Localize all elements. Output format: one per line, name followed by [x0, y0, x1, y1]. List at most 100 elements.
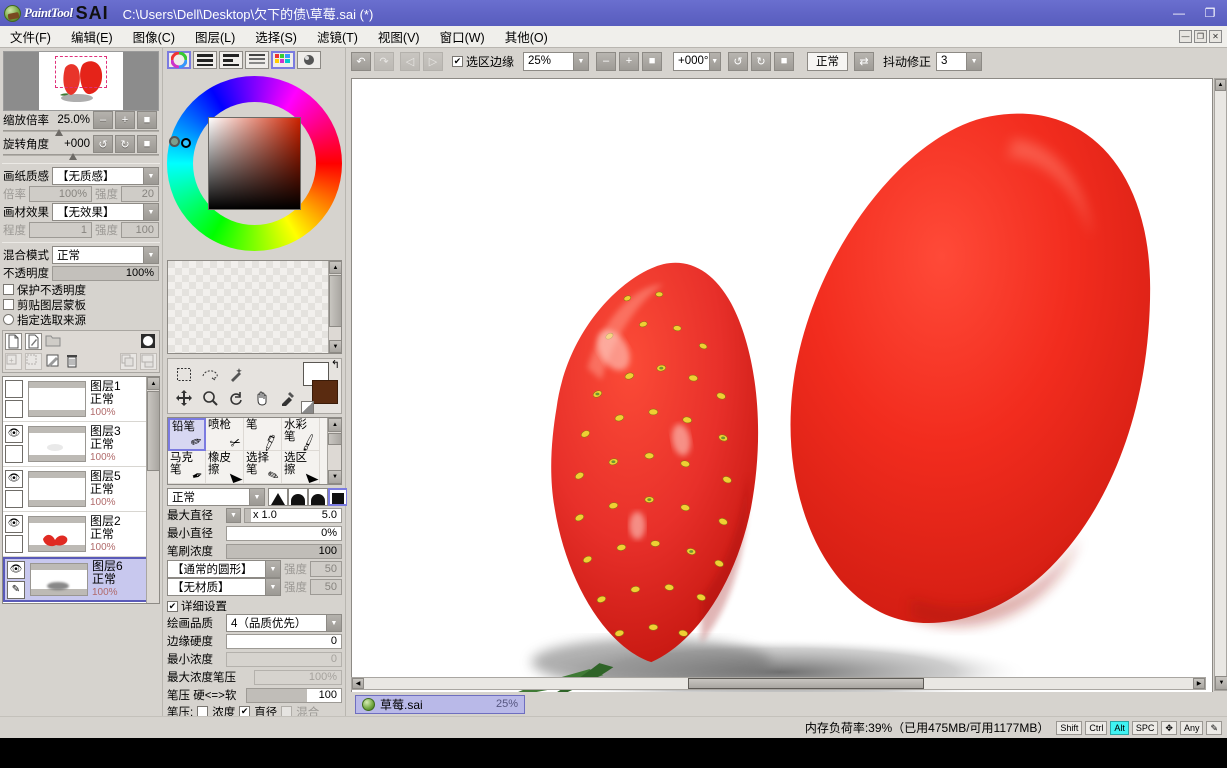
detail-settings-row[interactable]: ✔ 详细设置 [164, 598, 345, 614]
table-row[interactable]: 👁 图层2 正常 100% [3, 512, 159, 557]
new-layer-icon[interactable] [5, 333, 22, 350]
layer-select-toggle[interactable] [5, 445, 23, 463]
max-density-pressure-slider[interactable]: 100% [254, 669, 342, 685]
canvas-rotate-reset-button[interactable]: ■ [774, 51, 795, 71]
brush-marker[interactable]: 马克笔 ✒ [168, 451, 206, 484]
brush-pen[interactable]: 笔 🖊 [244, 418, 282, 452]
layer-visibility-toggle[interactable]: 👁 [7, 560, 25, 579]
zoom-icon[interactable] [197, 386, 223, 410]
brush-pencil[interactable]: 铅笔 ✏ [168, 418, 206, 451]
layer-select-toggle[interactable] [5, 535, 23, 553]
scroll-down-arrow-icon[interactable]: ▼ [329, 340, 341, 353]
protect-alpha-checkbox[interactable] [3, 284, 14, 295]
doc-minimize-button[interactable]: — [1179, 30, 1192, 43]
merge-visible-icon[interactable] [25, 353, 42, 370]
table-row[interactable]: 👁 图层3 正常 100% [3, 422, 159, 467]
brush-select-pen[interactable]: 选择笔 ✎ [244, 451, 282, 484]
navigator-preview[interactable] [3, 51, 159, 111]
eyedropper-icon[interactable] [275, 386, 301, 410]
zoom-slider[interactable] [3, 129, 159, 136]
next-canvas-button[interactable]: ▷ [423, 51, 443, 71]
canvas-zoom-select[interactable]: 25% ▼ [523, 51, 590, 71]
max-diameter-dropdown-icon[interactable]: ▼ [226, 507, 241, 523]
swap-colors-icon[interactable]: ↰ [331, 358, 340, 371]
swatch-scrollbar[interactable]: ▲ ▼ [328, 261, 341, 353]
tip-shape-sharp[interactable] [268, 488, 288, 506]
layer-select-toggle[interactable] [5, 400, 23, 418]
scroll-up-arrow-icon[interactable]: ▲ [329, 261, 341, 274]
zoom-out-button[interactable]: – [93, 111, 113, 129]
chevron-down-icon[interactable]: ▼ [143, 247, 158, 263]
layer-select-toggle[interactable] [5, 490, 23, 508]
transfer-layer-icon[interactable] [140, 353, 157, 370]
clipping-mask-row[interactable]: 剪贴图层蒙板 [0, 297, 162, 312]
new-linework-layer-icon[interactable] [25, 333, 42, 350]
redo-button[interactable]: ↷ [374, 51, 394, 71]
hsv-slider-tab[interactable] [219, 51, 243, 69]
rotate-icon[interactable] [223, 386, 249, 410]
doc-close-button[interactable]: ✕ [1209, 30, 1222, 43]
layers-scrollbar[interactable]: ▲ [146, 377, 159, 603]
chevron-down-icon[interactable]: ▼ [265, 561, 280, 577]
layers-list[interactable]: 图层1 正常 100% 👁 图层3 正常 100% 👁 图层5 正常 100% … [2, 376, 160, 604]
layer-visibility-toggle[interactable]: 👁 [5, 470, 23, 488]
detail-settings-checkbox[interactable]: ✔ [167, 600, 178, 612]
zoom-reset-button[interactable]: ■ [137, 111, 157, 129]
rotate-reset-button[interactable]: ■ [137, 135, 157, 153]
menu-layer[interactable]: 图层(L) [185, 25, 245, 48]
max-diameter-slider[interactable]: x 1.0 5.0 [244, 507, 342, 523]
brush-eraser[interactable]: 橡皮擦 ◣ [206, 451, 244, 484]
rgb-slider-tab[interactable] [193, 51, 217, 69]
canvas-vertical-scrollbar[interactable]: ▲ ▼ [1214, 78, 1227, 691]
brush-shape-select[interactable]: 【通常的圆形】 ▼ [167, 560, 281, 578]
move-icon[interactable] [171, 386, 197, 410]
scroll-right-arrow-icon[interactable]: ▶ [1193, 678, 1205, 689]
stabilizer-select[interactable]: 3 ▼ [936, 51, 983, 71]
menu-other[interactable]: 其他(O) [495, 25, 558, 48]
table-row[interactable]: 图层1 正常 100% [3, 377, 159, 422]
scroll-left-arrow-icon[interactable]: ◀ [352, 678, 364, 689]
rotate-ccw-button[interactable]: ↺ [93, 135, 113, 153]
canvas-viewport[interactable] [351, 78, 1213, 713]
menu-image[interactable]: 图像(C) [123, 25, 185, 48]
brush-scrollbar[interactable]: ▲ ▼ [327, 418, 342, 484]
flip-canvas-button[interactable]: ⇄ [854, 51, 875, 71]
protect-alpha-row[interactable]: 保护不透明度 [0, 282, 162, 297]
layer-mask-icon[interactable] [140, 333, 157, 350]
magic-wand-icon[interactable] [223, 362, 249, 386]
hue-ring[interactable] [167, 76, 342, 251]
select-source-row[interactable]: 指定选取来源 [0, 312, 162, 327]
paper-effect-select[interactable]: 【无效果】 ▼ [52, 203, 159, 221]
color-wheel-area[interactable] [167, 71, 342, 256]
color-wheel-tab[interactable] [167, 51, 191, 69]
rotate-slider[interactable] [3, 153, 159, 160]
scrollbar-thumb[interactable] [688, 678, 924, 689]
selection-edge-checkbox[interactable]: ✔ [452, 55, 463, 67]
select-source-radio[interactable] [3, 314, 14, 325]
menu-select[interactable]: 选择(S) [245, 25, 307, 48]
tip-shape-flat[interactable] [328, 488, 348, 506]
table-row[interactable]: 👁 ✎ 图层6 正常 100% [3, 557, 159, 602]
duplicate-layer-icon[interactable] [120, 353, 137, 370]
color-mixer-tab[interactable] [245, 51, 269, 69]
canvas-horizontal-scrollbar[interactable]: ◀ ▶ [351, 677, 1206, 690]
scroll-up-arrow-icon[interactable]: ▲ [1215, 79, 1226, 91]
scrollbar-thumb[interactable] [328, 433, 342, 445]
transparency-toggle-icon[interactable] [301, 401, 314, 414]
menu-view[interactable]: 视图(V) [368, 25, 430, 48]
menu-filter[interactable]: 滤镜(T) [307, 25, 368, 48]
minimize-button[interactable]: — [1164, 3, 1194, 23]
menu-window[interactable]: 窗口(W) [430, 25, 495, 48]
chevron-down-icon[interactable]: ▼ [708, 52, 721, 70]
rect-select-icon[interactable] [171, 362, 197, 386]
canvas-rotation-select[interactable]: +000° ▼ [673, 51, 722, 71]
scrollbar-thumb[interactable] [329, 275, 341, 327]
brush-blend-select[interactable]: 正常 ▼ [167, 488, 265, 506]
blend-mode-select[interactable]: 正常 ▼ [52, 246, 159, 264]
scratchpad-tab[interactable] [297, 51, 321, 69]
tip-shape-round[interactable] [288, 488, 308, 506]
chevron-down-icon[interactable]: ▼ [249, 489, 264, 505]
rotate-cw-button[interactable]: ↻ [115, 135, 135, 153]
density-slider[interactable]: 100 [226, 543, 342, 559]
tip-shape-soft[interactable] [308, 488, 328, 506]
